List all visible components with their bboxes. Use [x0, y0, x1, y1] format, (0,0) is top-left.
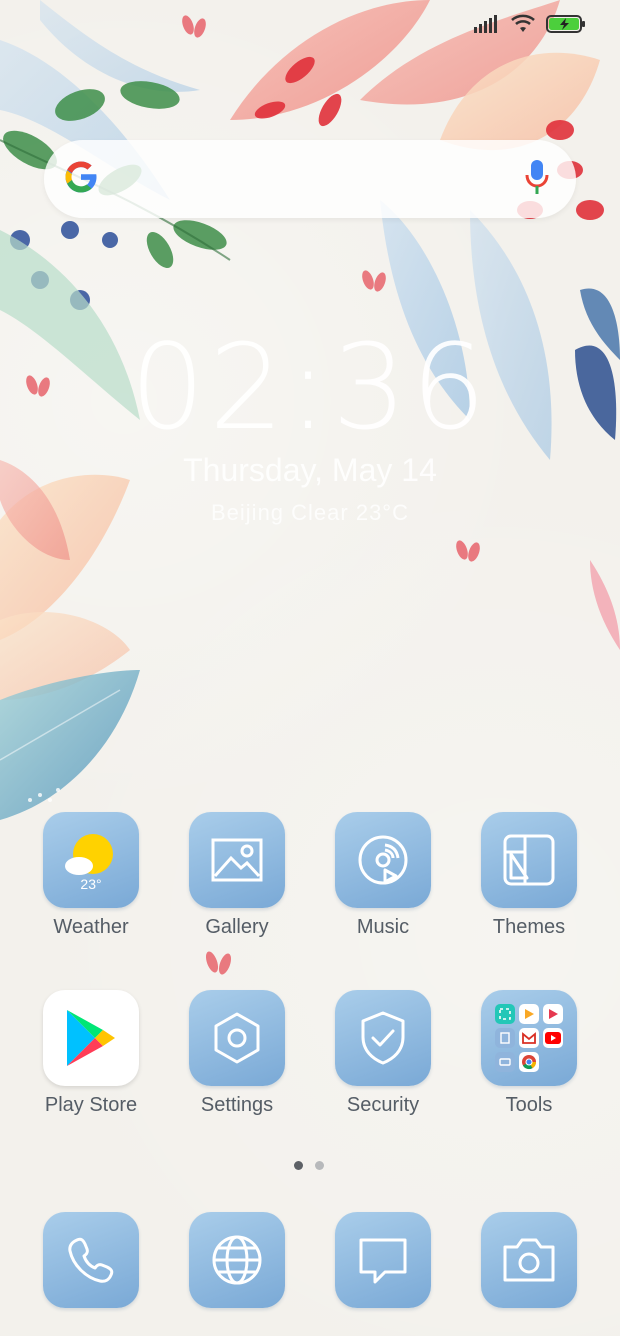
notes-icon	[495, 1028, 515, 1048]
play-movies-icon	[543, 1004, 563, 1024]
app-weather[interactable]: 23° Weather	[31, 812, 151, 939]
app-music[interactable]: Music	[323, 812, 443, 939]
page-dot[interactable]	[315, 1161, 324, 1170]
google-mic-icon[interactable]	[524, 158, 550, 201]
settings-hexagon-icon	[189, 990, 285, 1086]
gallery-image-icon	[189, 812, 285, 908]
page-indicator[interactable]	[294, 1161, 324, 1170]
app-label: Music	[356, 916, 410, 938]
app-label: Gallery	[205, 916, 269, 938]
app-gallery[interactable]: Gallery	[177, 812, 297, 939]
play-store-icon	[43, 990, 139, 1086]
play-games-icon	[519, 1004, 539, 1024]
recorder-icon	[495, 1052, 515, 1072]
gmail-icon	[519, 1028, 539, 1048]
wifi-icon	[510, 14, 536, 34]
music-disc-icon	[335, 812, 431, 908]
chrome-icon	[519, 1052, 539, 1072]
status-bar	[474, 14, 586, 34]
app-security[interactable]: Security	[323, 990, 443, 1117]
google-g-icon	[62, 158, 100, 201]
weather-sun-cloud-icon: 23°	[43, 812, 139, 908]
dock-camera[interactable]	[469, 1212, 589, 1308]
battery-charging-icon	[546, 15, 586, 33]
clock-date: Thursday, May 14	[183, 452, 437, 488]
app-label: Settings	[200, 1094, 274, 1116]
clock-time[interactable]: 02:36	[0, 318, 620, 456]
security-shield-icon	[335, 990, 431, 1086]
youtube-icon	[543, 1028, 563, 1048]
dock-browser[interactable]	[177, 1212, 297, 1308]
clock-weather: Beijing Clear 23°C	[211, 500, 409, 525]
message-icon	[335, 1212, 431, 1308]
scanner-icon	[495, 1004, 515, 1024]
app-themes[interactable]: Themes	[469, 812, 589, 939]
google-search-bar[interactable]	[44, 140, 576, 218]
app-label: Play Store	[44, 1094, 138, 1116]
phone-icon	[43, 1212, 139, 1308]
app-tools-folder[interactable]: Tools	[469, 990, 589, 1117]
page-dot-active[interactable]	[294, 1161, 303, 1170]
globe-icon	[189, 1212, 285, 1308]
dock-messages[interactable]	[323, 1212, 443, 1308]
app-label: Security	[346, 1094, 420, 1116]
dock-phone[interactable]	[31, 1212, 151, 1308]
app-label: Themes	[492, 916, 566, 938]
cellular-signal-icon	[474, 15, 500, 33]
app-play-store[interactable]: Play Store	[31, 990, 151, 1117]
home-screen: 02:36 Thursday, May 14 Beijing Clear 23°…	[0, 0, 620, 1336]
app-label: Weather	[53, 916, 129, 938]
camera-icon	[481, 1212, 577, 1308]
tools-folder-icon	[481, 990, 577, 1086]
themes-icon	[481, 812, 577, 908]
app-settings[interactable]: Settings	[177, 990, 297, 1117]
weather-temperature: 23°	[80, 876, 102, 892]
app-label: Tools	[505, 1094, 553, 1116]
